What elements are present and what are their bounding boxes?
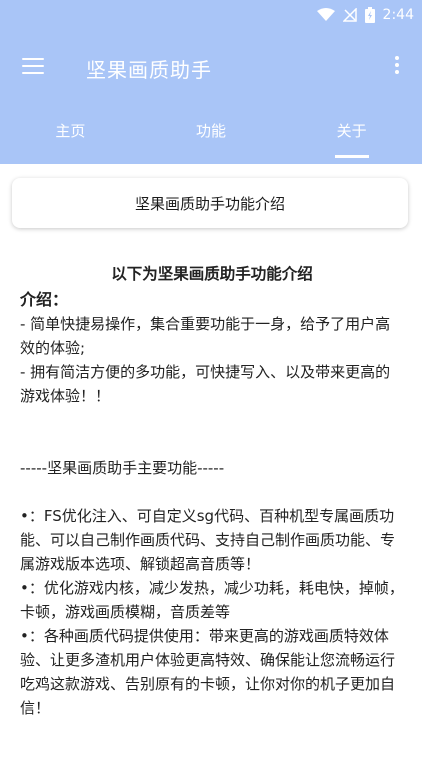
wifi-icon xyxy=(316,8,335,21)
toolbar: 坚果画质助手 xyxy=(0,42,422,96)
content-headline: 以下为坚果画质助手功能介绍 xyxy=(111,265,313,283)
app-bar: 2:44 坚果画质助手 主页 功能 关于 xyxy=(0,0,422,164)
intro-line: - 拥有简洁方便的多功能，可快捷写入、以及带来更高的游戏体验！！ xyxy=(20,363,391,405)
status-bar: 2:44 xyxy=(0,0,422,30)
tab-about[interactable]: 关于 xyxy=(281,112,422,164)
status-icons: 2:44 xyxy=(316,4,414,26)
intro-card-button[interactable]: 坚果画质助手功能介绍 xyxy=(12,178,408,228)
battery-icon xyxy=(364,7,375,23)
intro-label: 介绍： xyxy=(20,290,69,309)
feature-item: •：FS优化注入、可自定义sg代码、百种机型专属画质功能、可以自己制作画质代码、… xyxy=(20,507,396,573)
tab-bar: 主页 功能 关于 xyxy=(0,112,422,164)
feature-item: •：各种画质代码提供使用：带来更高的游戏画质特效体验、让更多渣机用户体验更高特效… xyxy=(20,627,396,717)
tab-features[interactable]: 功能 xyxy=(141,112,282,164)
status-time: 2:44 xyxy=(382,7,414,23)
more-options-icon[interactable] xyxy=(394,56,400,80)
feature-item: •：优化游戏内核，减少发热，减少功耗，耗电快，掉帧，卡顿，游戏画质模糊，音质差等 xyxy=(20,579,404,621)
intro-line: - 简单快捷易操作，集合重要功能于一身，给予了用户高效的体验; xyxy=(20,315,391,357)
app-title: 坚果画质助手 xyxy=(86,58,212,82)
section-title: -----坚果画质助手主要功能----- xyxy=(20,459,225,477)
tab-home[interactable]: 主页 xyxy=(0,112,141,164)
about-content: 以下为坚果画质助手功能介绍 介绍： - 简单快捷易操作，集合重要功能于一身，给予… xyxy=(20,262,404,720)
hamburger-menu-icon[interactable] xyxy=(22,58,44,76)
no-signal-icon xyxy=(342,8,357,22)
